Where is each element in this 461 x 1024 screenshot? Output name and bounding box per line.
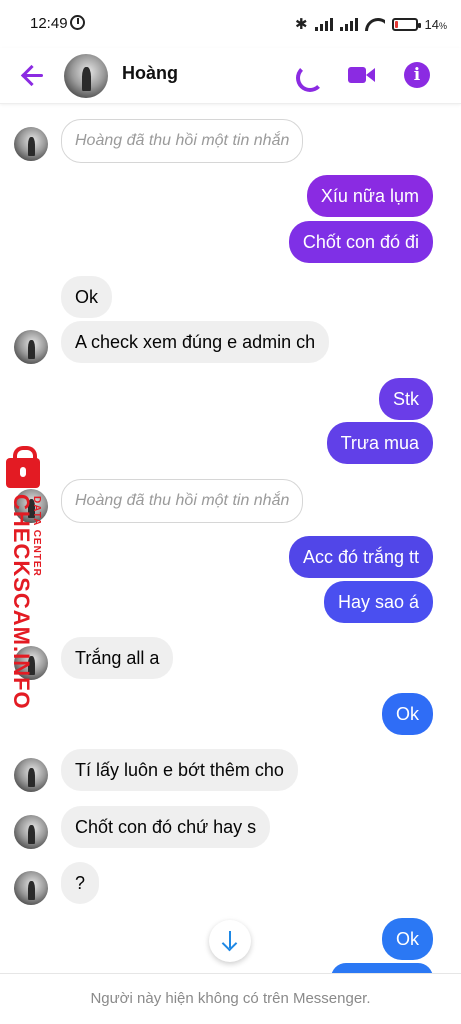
bluetooth-icon: ✱: [294, 16, 308, 33]
alarm-icon: [70, 15, 85, 30]
back-arrow-icon[interactable]: [20, 61, 48, 89]
watermark: CHECKSCAM.INFO DATA CENTER: [2, 446, 50, 710]
outgoing-message[interactable]: Acc đó trắng tt: [288, 536, 433, 578]
sender-avatar: [14, 815, 48, 849]
battery-level: [394, 20, 398, 28]
sender-avatar: [14, 758, 48, 792]
arrow-down-icon[interactable]: [209, 920, 251, 962]
recalled-message[interactable]: Hoàng đã thu hồi một tin nhắn: [61, 479, 304, 523]
lock-icon: [6, 446, 40, 488]
incoming-message[interactable]: Trắng all a: [61, 637, 174, 679]
sender-avatar: [14, 871, 48, 905]
status-time: 12:49: [30, 15, 68, 32]
outgoing-message[interactable]: Xíu nữa lụm: [306, 175, 433, 217]
watermark-subtext: DATA CENTER: [31, 496, 42, 577]
info-icon[interactable]: i: [404, 62, 430, 88]
incoming-message[interactable]: ?: [61, 862, 100, 904]
recalled-message[interactable]: Hoàng đã thu hồi một tin nhắn: [61, 119, 304, 163]
wifi-icon: [365, 17, 385, 31]
battery-percent: 14%: [424, 16, 447, 32]
outgoing-message[interactable]: Chốt con đó đi: [288, 221, 433, 263]
incoming-message[interactable]: Chốt con đó chứ hay s: [61, 806, 271, 848]
chat-header: Hoàng i: [0, 48, 461, 104]
signal-icon: [314, 17, 333, 31]
incoming-message[interactable]: Tí lấy luôn e bớt thêm cho: [61, 749, 298, 791]
incoming-message[interactable]: A check xem đúng e admin ch: [61, 321, 330, 363]
incoming-message[interactable]: Ok: [61, 276, 113, 318]
composer-disabled-notice: Người này hiện không có trên Messenger.: [0, 973, 461, 1024]
signal-icon-2: [339, 17, 358, 31]
sender-avatar: [14, 330, 48, 364]
contact-name[interactable]: Hoàng: [122, 63, 178, 84]
unavailable-notice: Người này hiện không có trên Messenger.: [90, 990, 371, 1007]
outgoing-message[interactable]: Trưa mua: [326, 422, 433, 464]
status-indicators: ✱ 14%: [295, 14, 447, 34]
battery-icon: [391, 17, 421, 31]
outgoing-message[interactable]: Ok: [381, 918, 433, 960]
message-list[interactable]: Hoàng đã thu hồi một tin nhắn Xíu nữa lụ…: [0, 105, 461, 973]
outgoing-message[interactable]: Hay sao á: [323, 581, 433, 623]
video-call-icon[interactable]: [346, 60, 376, 90]
outgoing-message-partial[interactable]: [331, 963, 433, 973]
contact-avatar[interactable]: [64, 54, 108, 98]
phone-icon[interactable]: [292, 60, 322, 90]
status-bar: 12:49 ✱ 14%: [0, 0, 461, 48]
sender-avatar: [14, 127, 48, 161]
outgoing-message[interactable]: Stk: [378, 378, 433, 420]
outgoing-message[interactable]: Ok: [381, 693, 433, 735]
